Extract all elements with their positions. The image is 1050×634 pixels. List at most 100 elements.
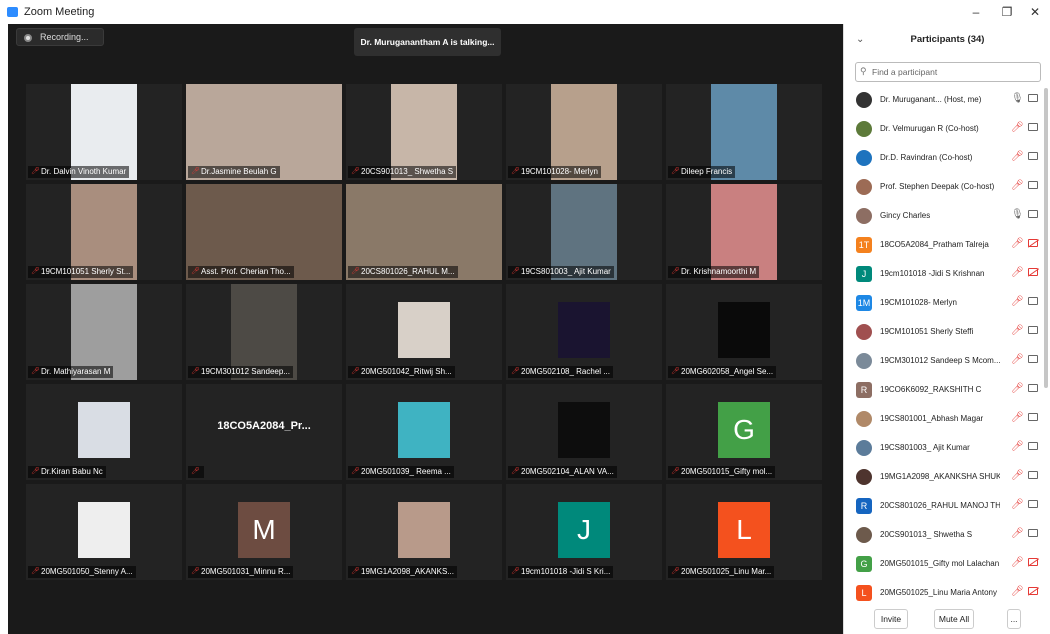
video-tile[interactable]: 🎤︎ 19CM101051 Sherly St...	[26, 184, 182, 280]
video-tile[interactable]: 🎤︎ 19CM301012 Sandeep...	[186, 284, 342, 380]
video-tile[interactable]: 🎤︎ 19CM101028- Merlyn	[506, 84, 662, 180]
participant-row[interactable]: Dr.D. Ravindran (Co-host) 🎤︎	[844, 144, 1050, 172]
avatar: M	[238, 502, 290, 558]
camera-icon[interactable]	[1028, 471, 1038, 479]
video-tile[interactable]: L 🎤︎ 20MG501025_Linu Mar...	[666, 484, 822, 580]
camera-off-icon[interactable]	[1028, 239, 1038, 247]
mic-muted-icon[interactable]: 🎤︎	[1011, 354, 1024, 365]
participant-row[interactable]: Prof. Stephen Deepak (Co-host) 🎤︎	[844, 173, 1050, 201]
more-options-button[interactable]: ...	[1007, 609, 1021, 629]
camera-icon[interactable]	[1028, 210, 1038, 218]
close-button[interactable]: ✕	[1025, 4, 1045, 20]
video-tile[interactable]: J 🎤︎ 19cm101018 -Jidi S Kri...	[506, 484, 662, 580]
video-tile[interactable]: 🎤︎ Dileep Francis	[666, 84, 822, 180]
camera-icon[interactable]	[1028, 181, 1038, 189]
mic-muted-icon[interactable]: 🎤︎	[1011, 557, 1024, 568]
participant-row[interactable]: 19CS801001_Abhash Magar 🎤︎	[844, 405, 1050, 433]
participant-row[interactable]: 19CM101051 Sherly Steffi 🎤︎	[844, 318, 1050, 346]
participant-list-scrollbar[interactable]	[1044, 88, 1048, 388]
participant-row[interactable]: R 19CO6K6092_RAKSHITH C 🎤︎	[844, 376, 1050, 404]
mic-muted-icon[interactable]: 🎤︎	[1011, 238, 1024, 249]
mic-muted-icon[interactable]: 🎤︎	[1011, 528, 1024, 539]
participant-row[interactable]: 19CS801003_ Ajit Kumar 🎤︎	[844, 434, 1050, 462]
invite-button[interactable]: Invite	[874, 609, 908, 629]
mic-muted-icon[interactable]: 🎤︎	[1011, 499, 1024, 510]
video-tile[interactable]: 🎤︎ Dr. Mathiyarasan M	[26, 284, 182, 380]
mic-muted-icon[interactable]: 🎤︎	[1011, 296, 1024, 307]
tile-name-text: 20MG501039_ Reema ...	[361, 467, 451, 476]
video-tile[interactable]: 18CO5A2084_Pr... 🎤︎	[186, 384, 342, 480]
camera-icon[interactable]	[1028, 152, 1038, 160]
mic-icon[interactable]: 🎙︎	[1011, 93, 1024, 104]
camera-icon[interactable]	[1028, 384, 1038, 392]
participant-search-input[interactable]: ⚲ Find a participant	[855, 62, 1041, 82]
participant-row[interactable]: 1M 19CM101028- Merlyn 🎤︎	[844, 289, 1050, 317]
participant-row[interactable]: J 19cm101018 -Jidi S Krishnan 🎤︎	[844, 260, 1050, 288]
mic-muted-icon: 🎤︎	[351, 368, 360, 375]
video-tile[interactable]: 🎤︎ Dr. Dalvin Vinoth Kumar	[26, 84, 182, 180]
video-tile[interactable]: 🎤︎ Dr.Kiran Babu Nc	[26, 384, 182, 480]
camera-icon[interactable]	[1028, 297, 1038, 305]
video-tile[interactable]: 🎤︎ 19CS801003_ Ajit Kumar	[506, 184, 662, 280]
video-tile[interactable]: 🎤︎ 20CS901013_ Shwetha S	[346, 84, 502, 180]
video-tile[interactable]: 🎤︎ Dr. Krishnamoorthi M	[666, 184, 822, 280]
avatar: J	[856, 266, 872, 282]
camera-off-icon[interactable]	[1028, 558, 1038, 566]
video-tile[interactable]: 🎤︎ 20MG502108_ Rachel ...	[506, 284, 662, 380]
participant-row[interactable]: Dr. Velmurugan R (Co-host) 🎤︎	[844, 115, 1050, 143]
video-tile[interactable]: 🎤︎ 20CS801026_RAHUL M...	[346, 184, 502, 280]
mic-muted-icon[interactable]: 🎤︎	[1011, 180, 1024, 191]
video-tile[interactable]: 🎤︎ 20MG602058_Angel Se...	[666, 284, 822, 380]
participant-row[interactable]: 19MG1A2098_AKANKSHA SHUK... 🎤︎	[844, 463, 1050, 491]
tile-name-label: 🎤︎ 20MG602058_Angel Se...	[668, 366, 777, 378]
video-tile[interactable]: 🎤︎ 20MG501042_Ritwij Sh...	[346, 284, 502, 380]
participant-row[interactable]: 1T 18CO5A2084_Pratham Talreja 🎤︎	[844, 231, 1050, 259]
participant-row[interactable]: L 20MG501025_Linu Maria Antony 🎤︎	[844, 579, 1050, 607]
mic-muted-icon[interactable]: 🎤︎	[1011, 325, 1024, 336]
mic-muted-icon[interactable]: 🎤︎	[1011, 122, 1024, 133]
participant-row[interactable]: 20CS901013_ Shwetha S 🎤︎	[844, 521, 1050, 549]
participant-video	[398, 502, 450, 558]
title-bar: Zoom Meeting – ❐ ✕	[0, 0, 1050, 24]
camera-off-icon[interactable]	[1028, 587, 1038, 595]
participant-row[interactable]: 19CM301012 Sandeep S Mcom... 🎤︎	[844, 347, 1050, 375]
video-tile[interactable]: 🎤︎ 20MG501039_ Reema ...	[346, 384, 502, 480]
mic-muted-icon[interactable]: 🎤︎	[1011, 586, 1024, 597]
participant-row[interactable]: G 20MG501015_Gifty mol Lalachan 🎤︎	[844, 550, 1050, 578]
mic-muted-icon[interactable]: 🎤︎	[1011, 412, 1024, 423]
participant-row[interactable]: Dr. Muruganant... (Host, me) 🎙︎	[844, 86, 1050, 114]
camera-icon[interactable]	[1028, 442, 1038, 450]
video-tile[interactable]: G 🎤︎ 20MG501015_Gifty mol...	[666, 384, 822, 480]
minimize-button[interactable]: –	[966, 4, 986, 20]
camera-icon[interactable]	[1028, 529, 1038, 537]
camera-icon[interactable]	[1028, 94, 1038, 102]
camera-icon[interactable]	[1028, 413, 1038, 421]
video-tile[interactable]: 🎤︎ 19MG1A2098_AKANKS...	[346, 484, 502, 580]
mic-icon[interactable]: 🎙︎	[1011, 209, 1024, 220]
mic-muted-icon[interactable]: 🎤︎	[1011, 267, 1024, 278]
camera-off-icon[interactable]	[1028, 268, 1038, 276]
mute-all-button[interactable]: Mute All	[934, 609, 974, 629]
camera-icon[interactable]	[1028, 326, 1038, 334]
camera-icon[interactable]	[1028, 123, 1038, 131]
mic-muted-icon[interactable]: 🎤︎	[1011, 383, 1024, 394]
recording-indicator[interactable]: Recording...	[16, 28, 104, 46]
mic-muted-icon[interactable]: 🎤︎	[1011, 151, 1024, 162]
video-tile[interactable]: 🎤︎ 20MG501050_Stenny A...	[26, 484, 182, 580]
video-tile[interactable]: 🎤︎ 20MG502104_ALAN VA...	[506, 384, 662, 480]
mic-muted-icon[interactable]: 🎤︎	[1011, 441, 1024, 452]
video-tile[interactable]: 🎤︎ Asst. Prof. Cherian Tho...	[186, 184, 342, 280]
participant-name: 19cm101018 -Jidi S Krishnan	[880, 269, 985, 278]
camera-icon[interactable]	[1028, 500, 1038, 508]
video-tile[interactable]: 🎤︎ Dr.Jasmine Beulah G	[186, 84, 342, 180]
participant-row[interactable]: Gincy Charles 🎙︎	[844, 202, 1050, 230]
tile-name-label: 🎤︎ 19CM301012 Sandeep...	[188, 366, 293, 378]
tile-name-label: 🎤︎ Asst. Prof. Cherian Tho...	[188, 266, 294, 278]
mic-muted-icon: 🎤︎	[191, 268, 200, 275]
participant-row[interactable]: R 20CS801026_RAHUL MANOJ TH... 🎤︎	[844, 492, 1050, 520]
restore-button[interactable]: ❐	[997, 4, 1017, 20]
camera-icon[interactable]	[1028, 355, 1038, 363]
avatar	[856, 92, 872, 108]
video-tile[interactable]: M 🎤︎ 20MG501031_Minnu R...	[186, 484, 342, 580]
mic-muted-icon[interactable]: 🎤︎	[1011, 470, 1024, 481]
